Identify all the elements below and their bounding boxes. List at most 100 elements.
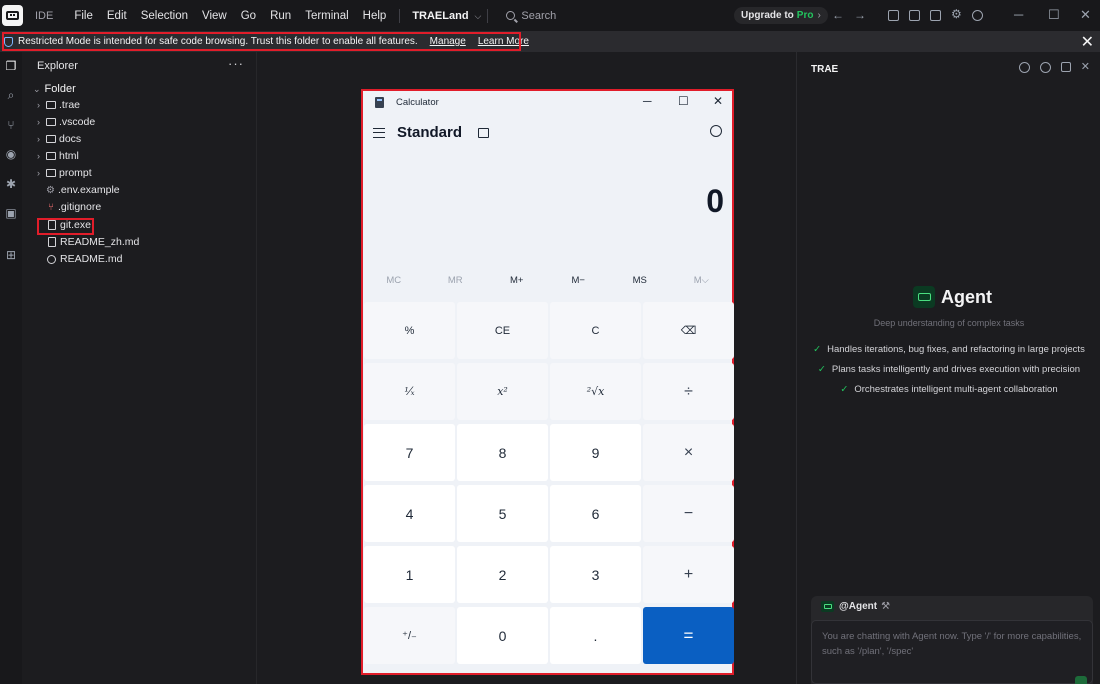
minimize-icon[interactable]: ─ — [643, 94, 652, 108]
digit-7-button[interactable]: 7 — [364, 424, 455, 481]
back-arrow-icon[interactable]: ← — [832, 8, 844, 22]
multiply-button[interactable]: × — [643, 424, 734, 481]
close-window-icon[interactable]: ✕ — [1080, 7, 1091, 23]
more-actions-icon[interactable]: ··· — [228, 56, 244, 71]
ide-mode-label[interactable]: IDE — [29, 8, 59, 24]
memory-store-button[interactable]: MS — [609, 275, 671, 286]
square-button[interactable]: x² — [457, 363, 548, 420]
remote-monitor-icon[interactable]: ▣ — [4, 206, 18, 220]
digit-0-button[interactable]: 0 — [457, 607, 548, 664]
toggle-sidebar-icon[interactable] — [888, 10, 899, 21]
tree-item-docs[interactable]: › docs — [37, 131, 81, 147]
percent-button[interactable]: % — [364, 302, 455, 359]
square-root-button[interactable]: ²√x — [550, 363, 641, 420]
menu-hamburger-icon[interactable] — [373, 127, 385, 138]
tree-item-vscode[interactable]: › .vscode — [37, 114, 95, 130]
source-control-icon[interactable]: ⑂ — [4, 118, 18, 132]
negate-button[interactable]: ⁺/₋ — [364, 607, 455, 664]
chevron-right-icon: › — [817, 10, 821, 21]
check-icon: ✓ — [817, 364, 826, 375]
preview-eye-icon[interactable]: ◉ — [4, 147, 18, 161]
calculator-titlebar: Calculator — [375, 97, 439, 108]
digit-2-button[interactable]: 2 — [457, 546, 548, 603]
menu-view[interactable]: View — [195, 10, 234, 22]
forward-arrow-icon[interactable]: → — [854, 8, 866, 22]
menu-terminal[interactable]: Terminal — [298, 10, 355, 22]
minimize-icon[interactable]: ─ — [1014, 7, 1023, 22]
toggle-secondary-sidebar-icon[interactable] — [930, 10, 941, 21]
new-chat-icon[interactable] — [1018, 62, 1030, 73]
agent-selector[interactable]: @Agent ⚒ — [821, 601, 890, 612]
decimal-button[interactable]: . — [550, 607, 641, 664]
memory-list-button[interactable]: M⌵ — [671, 275, 733, 286]
menu-help[interactable]: Help — [356, 10, 394, 22]
extensions-icon[interactable]: ⊞ — [4, 248, 18, 262]
history-icon[interactable] — [1039, 62, 1051, 73]
panel-title: TRAE — [811, 64, 839, 75]
folder-icon — [46, 152, 56, 160]
chevron-down-icon: ⌵ — [474, 10, 482, 21]
folder-root-label: Folder — [44, 83, 76, 95]
debug-bug-icon[interactable]: ✱ — [4, 177, 18, 191]
memory-recall-button[interactable]: MR — [425, 275, 487, 286]
digit-9-button[interactable]: 9 — [550, 424, 641, 481]
tree-item-trae[interactable]: › .trae — [37, 97, 80, 113]
pro-label: Pro — [796, 10, 814, 21]
feature-text: Plans tasks intelligently and drives exe… — [831, 364, 1081, 375]
project-switcher[interactable]: TRAELand ⌵ — [412, 10, 481, 22]
tree-item-readme-zh[interactable]: README_zh.md — [37, 234, 139, 250]
menu-run[interactable]: Run — [263, 10, 298, 22]
digit-3-button[interactable]: 3 — [550, 546, 641, 603]
files-icon[interactable]: ❐ — [4, 59, 18, 73]
tree-item-env-example[interactable]: ⚙ .env.example — [37, 182, 120, 198]
keep-on-top-icon[interactable] — [478, 127, 490, 138]
clear-button[interactable]: C — [550, 302, 641, 359]
memory-clear-button[interactable]: MC — [363, 275, 425, 286]
menu-selection[interactable]: Selection — [134, 10, 195, 22]
subtract-button[interactable]: − — [643, 485, 734, 542]
account-avatar-icon[interactable] — [971, 10, 983, 21]
upgrade-button[interactable]: Upgrade to Pro › — [734, 7, 828, 24]
tree-item-gitignore[interactable]: ⑂ .gitignore — [37, 199, 101, 215]
equals-button[interactable]: = — [643, 607, 734, 664]
send-button[interactable] — [1075, 676, 1087, 684]
menu-edit[interactable]: Edit — [100, 10, 134, 22]
search-icon[interactable]: ⌕ — [4, 88, 18, 102]
digit-6-button[interactable]: 6 — [550, 485, 641, 542]
calculator-window: Calculator ─ ☐ ✕ Standard 0 MC MR M+ M− … — [361, 89, 734, 675]
memory-row: MC MR M+ M− MS M⌵ — [363, 275, 732, 286]
digit-1-button[interactable]: 1 — [364, 546, 455, 603]
add-button[interactable]: + — [643, 546, 734, 603]
open-external-icon[interactable] — [1060, 62, 1071, 72]
memory-subtract-button[interactable]: M− — [548, 275, 610, 286]
toggle-panel-icon[interactable] — [909, 10, 920, 21]
digit-4-button[interactable]: 4 — [364, 485, 455, 542]
close-icon[interactable]: ✕ — [1081, 60, 1090, 73]
tree-item-html[interactable]: › html — [37, 148, 79, 164]
settings-gear-icon[interactable]: ⚙ — [951, 7, 962, 21]
folder-root[interactable]: ⌄ Folder — [33, 83, 76, 95]
clear-entry-button[interactable]: CE — [457, 302, 548, 359]
chevron-right-icon: › — [37, 134, 40, 144]
search-box[interactable]: Search — [506, 10, 556, 22]
divide-button[interactable]: ÷ — [643, 363, 734, 420]
digit-5-button[interactable]: 5 — [457, 485, 548, 542]
tree-item-label: README_zh.md — [60, 236, 140, 248]
digit-8-button[interactable]: 8 — [457, 424, 548, 481]
backspace-button[interactable]: ⌫ — [643, 302, 734, 359]
close-icon[interactable]: ✕ — [713, 94, 723, 108]
tree-item-readme[interactable]: README.md — [37, 251, 122, 267]
maximize-icon[interactable]: ☐ — [678, 94, 689, 108]
reciprocal-button[interactable]: ¹⁄ₓ — [364, 363, 455, 420]
close-icon[interactable]: ✕ — [1081, 32, 1094, 52]
chat-input[interactable]: You are chatting with Agent now. Type '/… — [811, 620, 1093, 684]
menu-file[interactable]: File — [67, 10, 100, 22]
tools-icon[interactable]: ⚒ — [881, 601, 890, 612]
memory-add-button[interactable]: M+ — [486, 275, 548, 286]
mode-title: Standard — [397, 124, 463, 141]
tree-item-prompt[interactable]: › prompt — [37, 165, 92, 181]
maximize-icon[interactable]: ☐ — [1048, 7, 1060, 23]
agent-logo-icon — [821, 601, 834, 612]
history-icon[interactable] — [710, 125, 722, 137]
menu-go[interactable]: Go — [234, 10, 263, 22]
